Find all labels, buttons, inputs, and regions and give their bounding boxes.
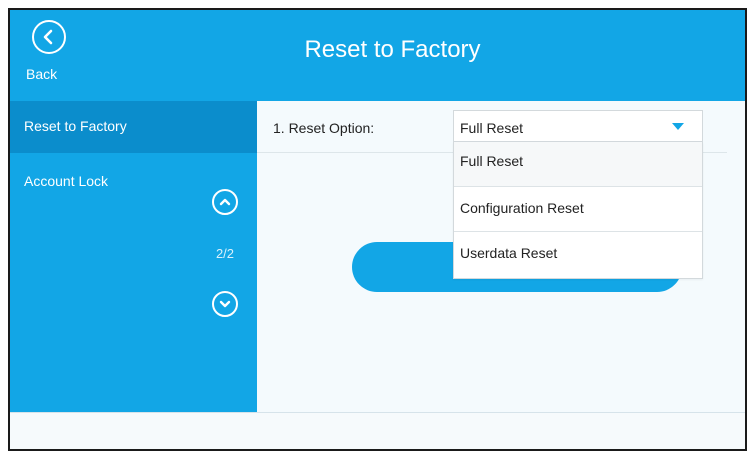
- reset-option-dropdown: Full Reset Configuration Reset Userdata …: [453, 142, 703, 279]
- dropdown-option-full-reset[interactable]: Full Reset: [454, 142, 702, 187]
- reset-option-label: 1. Reset Option:: [273, 120, 375, 136]
- chevron-up-circle-icon: [219, 198, 231, 206]
- content-panel: 1. Reset Option: Full Reset Full Reset C…: [257, 101, 745, 412]
- sidebar: Reset to Factory Account Lock 2/2: [10, 101, 257, 412]
- sidebar-item-label: Account Lock: [24, 173, 109, 189]
- phone-screen: Back Reset to Factory Reset to Factory A…: [8, 8, 747, 451]
- dropdown-option-userdata-reset[interactable]: Userdata Reset: [454, 232, 702, 277]
- chevron-down-circle-icon: [219, 300, 231, 308]
- back-label: Back: [26, 66, 58, 82]
- sidebar-item-reset-to-factory[interactable]: Reset to Factory: [10, 101, 257, 153]
- caret-down-icon: [672, 123, 684, 130]
- page-title: Reset to Factory: [304, 36, 481, 63]
- page-down-button[interactable]: [212, 291, 238, 317]
- page-up-button[interactable]: [212, 189, 238, 215]
- select-value: Full Reset: [460, 120, 524, 136]
- header-bar: Back Reset to Factory: [10, 10, 745, 101]
- dropdown-option-configuration-reset[interactable]: Configuration Reset: [454, 187, 702, 232]
- page-count: 2/2: [215, 246, 235, 261]
- footer-bar: [10, 412, 745, 449]
- sidebar-item-label: Reset to Factory: [24, 118, 127, 134]
- reset-option-select[interactable]: Full Reset: [453, 110, 703, 142]
